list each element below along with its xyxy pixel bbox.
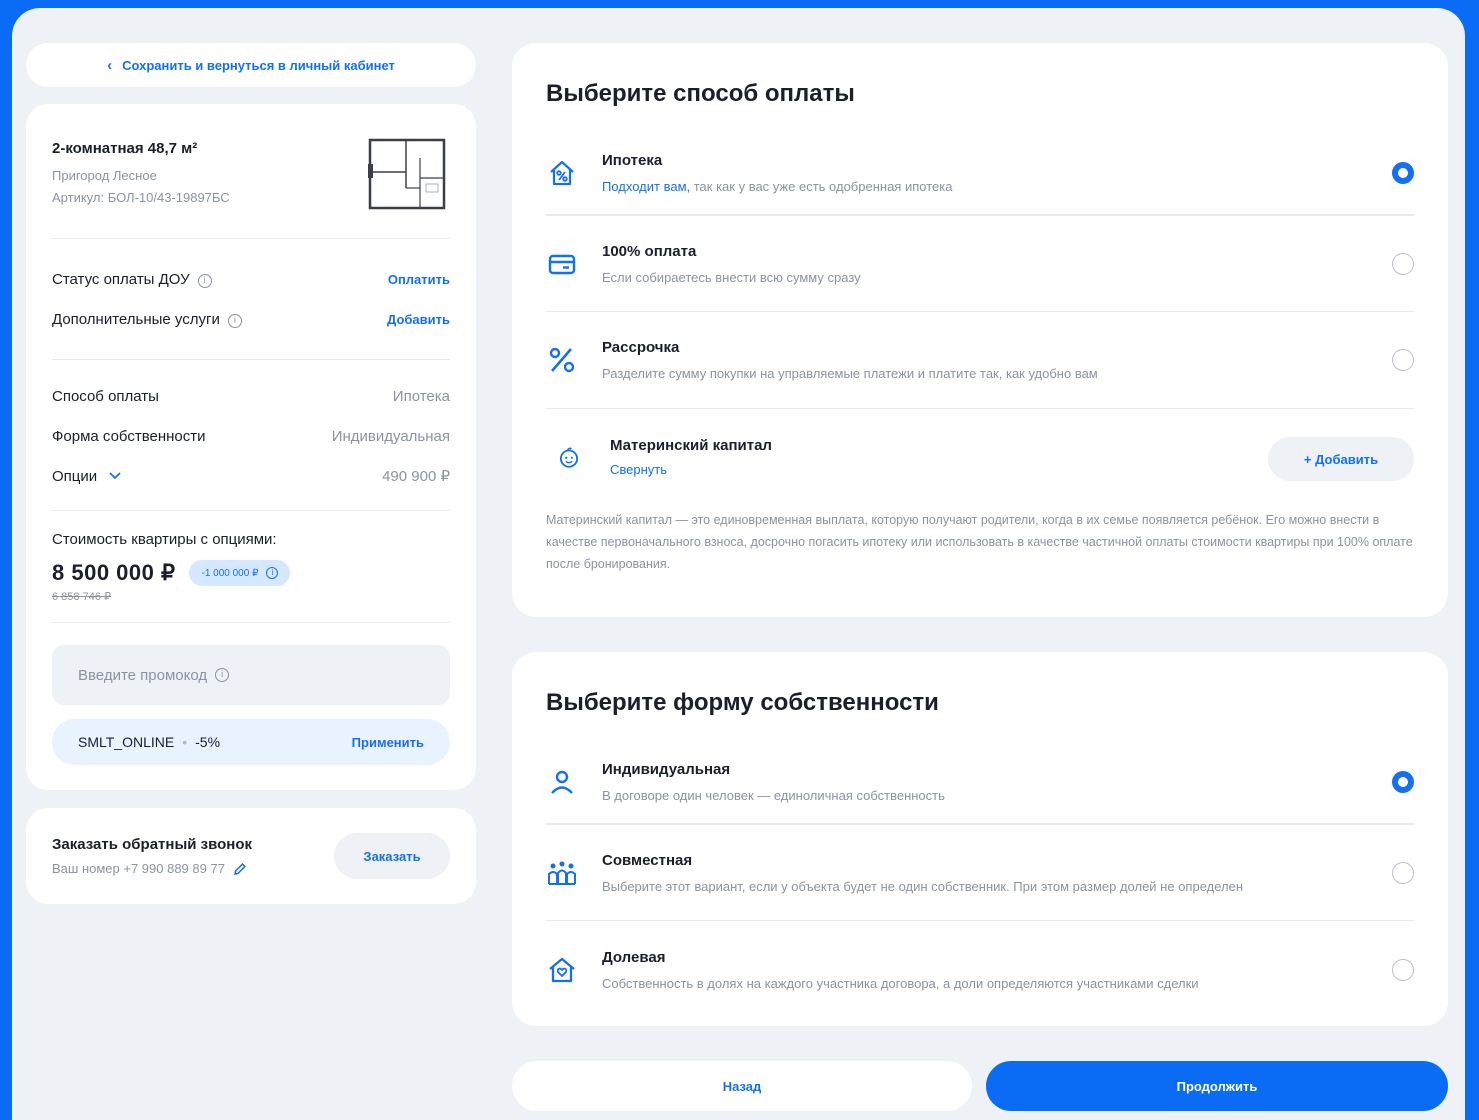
- ownership-value: Индивидуальная: [331, 427, 450, 445]
- apply-promo-button[interactable]: Применить: [352, 735, 424, 750]
- payment-method-label: Способ оплаты: [52, 387, 159, 405]
- baby-icon: [556, 444, 610, 470]
- floor-plan-image[interactable]: [368, 138, 446, 210]
- option-title: Совместная: [602, 851, 693, 869]
- payment-option-full[interactable]: 100% оплата Если собираетесь внести всю …: [546, 215, 1414, 312]
- discount-badge[interactable]: -1 000 000 ₽ i: [189, 560, 291, 586]
- info-icon[interactable]: i: [215, 668, 230, 682]
- payment-option-mortgage[interactable]: Ипотека Подходит вам, так как у вас уже …: [546, 131, 1414, 215]
- extra-services-row: Дополнительные услуги i Добавить: [52, 299, 450, 339]
- info-icon: i: [266, 567, 279, 579]
- maternity-title: Материнский капитал: [610, 437, 772, 454]
- ownership-label: Форма собственности: [52, 427, 206, 445]
- dou-status-row: Статус оплаты ДОУ i Оплатить: [52, 259, 450, 299]
- divider: [52, 622, 450, 623]
- promo-code-input[interactable]: Введите промокод i: [52, 645, 450, 705]
- promo-placeholder: Введите промокод: [78, 666, 208, 684]
- extra-services-label: Дополнительные услуги: [52, 310, 220, 328]
- dot-separator: •: [182, 734, 188, 750]
- discount-value: -1 000 000 ₽: [201, 567, 259, 579]
- apartment-header: 2-комнатная 48,7 м² Пригород Лесное Арти…: [52, 104, 450, 238]
- option-subtitle: так как у вас уже есть одобренная ипотек…: [690, 178, 953, 194]
- ownership-option-joint[interactable]: Совместная Выберите этот вариант, если у…: [546, 824, 1414, 921]
- option-subtitle: Собственность в долях на каждого участни…: [602, 975, 1199, 991]
- promo-code: SMLT_ONLINE: [78, 734, 175, 750]
- chevron-down-icon[interactable]: [109, 471, 121, 480]
- maternity-description: Материнский капитал — это единовременная…: [546, 513, 1413, 571]
- back-link-label: Сохранить и вернуться в личный кабинет: [122, 57, 395, 73]
- radio-unselected[interactable]: [1392, 861, 1414, 884]
- radio-selected[interactable]: [1392, 161, 1414, 184]
- radio-unselected[interactable]: [1392, 349, 1414, 371]
- pay-dou-link[interactable]: Оплатить: [388, 272, 450, 287]
- options-label: Опции: [52, 467, 98, 485]
- percent-icon: [546, 344, 602, 376]
- radio-unselected[interactable]: [1392, 958, 1414, 981]
- applied-promo: SMLT_ONLINE • -5% Применить: [52, 719, 450, 765]
- ownership-section-title: Выберите форму собственности: [546, 689, 939, 716]
- option-highlight: Подходит вам,: [602, 178, 691, 194]
- status-block: Статус оплаты ДОУ i Оплатить Дополнительн…: [52, 239, 450, 359]
- options-row[interactable]: Опции 490 900 ₽: [52, 456, 450, 496]
- dou-status-label: Статус оплаты ДОУ: [52, 270, 190, 288]
- callback-card: Заказать обратный звонок Ваш номер +7 99…: [26, 808, 476, 904]
- info-icon[interactable]: i: [227, 313, 242, 328]
- house-heart-icon: [546, 954, 602, 986]
- option-title: Долевая: [602, 948, 666, 966]
- payment-option-installment[interactable]: Рассрочка Разделите сумму покупки на упр…: [546, 312, 1414, 409]
- callback-title: Заказать обратный звонок: [52, 836, 253, 853]
- mortgage-icon: [546, 157, 602, 189]
- collapse-link[interactable]: Свернуть: [610, 462, 772, 477]
- person-icon: [546, 766, 602, 798]
- price-line: 8 500 000 ₽ -1 000 000 ₽ i: [52, 560, 450, 586]
- callback-phone: Ваш номер +7 990 889 89 77: [52, 861, 225, 876]
- chevron-left-icon: ‹: [107, 56, 113, 74]
- option-subtitle: Выберите этот вариант, если у объекта бу…: [602, 878, 1244, 894]
- ownership-form-card: Выберите форму собственности Индивидуаль…: [512, 652, 1448, 1026]
- option-title: Индивидуальная: [602, 760, 731, 778]
- option-title: 100% оплата: [602, 242, 697, 260]
- promo-discount: -5%: [195, 734, 221, 750]
- back-button[interactable]: Назад: [512, 1061, 972, 1111]
- payment-method-value: Ипотека: [392, 387, 450, 405]
- back-to-cabinet-link[interactable]: ‹ Сохранить и вернуться в личный кабинет: [26, 43, 476, 87]
- maternity-capital-row: Материнский капитал Свернуть + Добавить: [546, 409, 1414, 505]
- payment-method-card: Выберите способ оплаты Ипотека Подходит …: [512, 43, 1448, 617]
- continue-button[interactable]: Продолжить: [986, 1061, 1448, 1111]
- summary-block: Способ оплаты Ипотека Форма собственност…: [52, 360, 450, 510]
- card-icon: [546, 248, 602, 280]
- order-call-button[interactable]: Заказать: [334, 833, 450, 879]
- ownership-option-shared[interactable]: Долевая Собственность в долях на каждого…: [546, 921, 1414, 1018]
- app-frame: ‹ Сохранить и вернуться в личный кабинет…: [12, 8, 1465, 1120]
- price-label: Стоимость квартиры с опциями:: [52, 531, 277, 548]
- option-title: Рассрочка: [602, 339, 680, 356]
- current-price: 8 500 000 ₽: [52, 560, 176, 585]
- payment-section-title: Выберите способ оплаты: [546, 80, 855, 107]
- options-value: 490 900 ₽: [382, 468, 450, 485]
- radio-unselected[interactable]: [1392, 252, 1414, 275]
- order-summary-card: 2-комнатная 48,7 м² Пригород Лесное Арти…: [26, 104, 476, 790]
- pencil-icon[interactable]: [233, 862, 247, 876]
- info-icon[interactable]: i: [197, 273, 212, 288]
- ownership-option-individual[interactable]: Индивидуальная В договоре один человек —…: [546, 740, 1414, 824]
- option-subtitle: Разделите сумму покупки на управляемые п…: [602, 366, 1098, 381]
- ownership-row: Форма собственности Индивидуальная: [52, 416, 450, 456]
- option-title: Ипотека: [602, 151, 663, 169]
- add-maternity-button[interactable]: + Добавить: [1268, 437, 1414, 481]
- old-price: 6 858 746 ₽: [52, 591, 111, 603]
- option-subtitle: В договоре один человек — единоличная со…: [602, 787, 945, 803]
- payment-method-row: Способ оплаты Ипотека: [52, 376, 450, 416]
- option-subtitle: Если собираетесь внести всю сумму сразу: [602, 269, 861, 285]
- radio-selected[interactable]: [1392, 770, 1414, 793]
- divider: [52, 510, 450, 511]
- add-services-link[interactable]: Добавить: [387, 312, 450, 327]
- family-icon: [546, 857, 602, 889]
